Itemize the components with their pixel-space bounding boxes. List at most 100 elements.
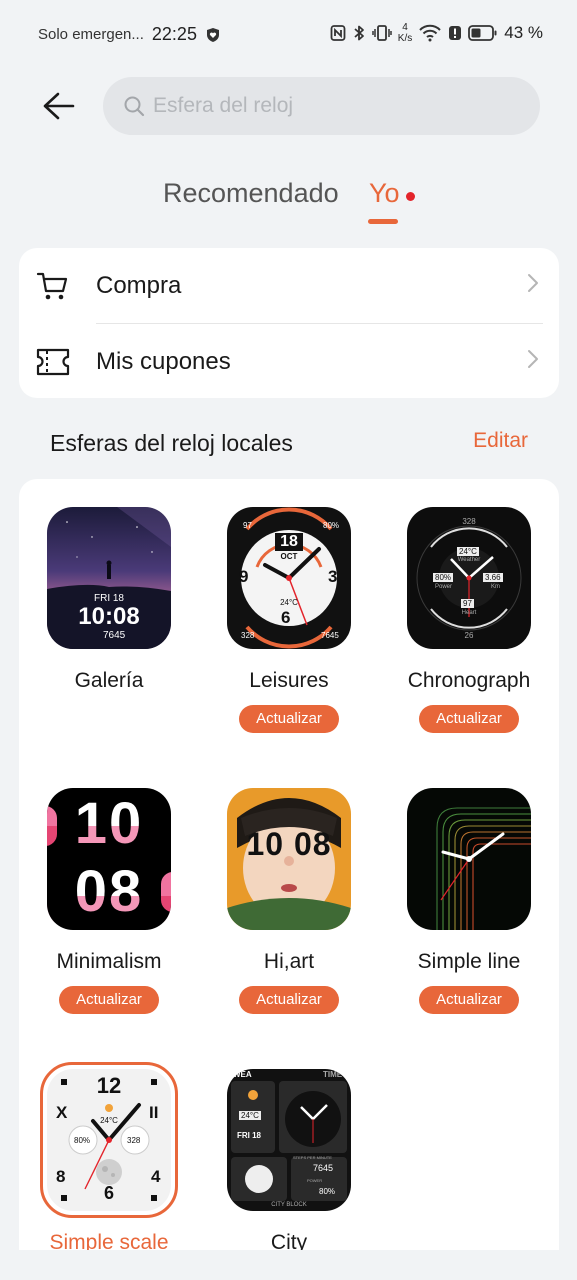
section-header: Esferas del reloj locales Editar — [0, 424, 577, 464]
thumb-temp: 24°C — [100, 1116, 118, 1125]
thumb-heart: 97 — [461, 599, 474, 608]
watch-face-name: Minimalism — [56, 950, 162, 973]
thumb-hour: 10 — [246, 826, 285, 862]
thumb-power-label: Power — [435, 584, 453, 590]
battery-icon — [468, 24, 498, 42]
thumb-value: 97 — [243, 521, 252, 530]
update-button[interactable]: Actualizar — [419, 705, 519, 733]
watch-face-chronograph[interactable]: 24°C Weather 80% Power 3.66 Km 97 Heart … — [379, 479, 559, 759]
thumb-value: 328 — [241, 631, 255, 640]
status-bar: Solo emergen... 22:25 4 K/s 43 % — [0, 0, 577, 70]
network-speed-unit: K/s — [397, 33, 413, 44]
watch-face-minimalism[interactable]: 10 08 Minimalism Actualizar — [19, 760, 199, 1040]
watch-face-thumbnail: 10 08 — [227, 788, 351, 930]
watch-face-city[interactable]: WEA TIME 24°C FRI 18 STEPS PER MINUTE 76… — [199, 1041, 379, 1250]
thumb-numeral: 6 — [281, 608, 291, 627]
watch-face-name: Simple line — [417, 950, 521, 973]
tab-bar: Recomendado Yo — [0, 172, 577, 232]
thumb-temp: 24°C — [457, 547, 479, 556]
thumb-time: 10:08 — [78, 603, 140, 630]
thumb-value: 328 — [127, 1136, 141, 1145]
thumb-power: 80% — [319, 1187, 336, 1196]
watch-face-thumbnail — [407, 788, 531, 930]
watch-face-name: Hi,art — [263, 950, 315, 973]
search-row — [0, 76, 577, 136]
network-speed: 4 K/s — [398, 22, 412, 44]
menu-card: Compra Mis cupones — [19, 248, 559, 398]
thumb-numeral: 4 — [151, 1167, 161, 1186]
search-input[interactable] — [153, 94, 513, 118]
watch-face-name: City — [270, 1231, 308, 1250]
update-button[interactable]: Actualizar — [239, 705, 339, 733]
watch-face-thumbnail: WEA TIME 24°C FRI 18 STEPS PER MINUTE 76… — [227, 1069, 351, 1211]
search-icon — [124, 96, 145, 117]
bluetooth-icon — [352, 24, 366, 42]
thumb-month: OCT — [280, 552, 298, 561]
chevron-right-icon — [527, 349, 539, 374]
watch-face-leisures[interactable]: 18 OCT 9 3 6 24°C 80% 97 328 7645 Leisur… — [199, 479, 379, 759]
thumb-percent: 80% — [74, 1136, 91, 1145]
thumb-date: FRI 18 — [237, 1131, 262, 1140]
watch-face-thumbnail: FRI 18 10:08 7645 — [47, 507, 171, 649]
menu-item-mis-cupones[interactable]: Mis cupones — [19, 324, 559, 399]
watch-face-name: Chronograph — [407, 669, 531, 692]
update-button[interactable]: Actualizar — [239, 986, 339, 1014]
active-tab-indicator — [368, 219, 398, 224]
thumb-km-label: Km — [491, 584, 500, 590]
thumb-numeral: 3 — [328, 567, 338, 586]
menu-item-compra[interactable]: Compra — [19, 248, 559, 323]
thumb-weather-label: Weather — [457, 557, 481, 563]
thumb-city: CITY BLOCK — [271, 1202, 307, 1208]
watch-face-thumbnail: 10 08 — [47, 788, 171, 930]
nfc-icon — [330, 24, 346, 42]
alert-icon — [448, 24, 462, 42]
thumb-steps: 7645 — [321, 631, 339, 640]
thumb-value: 328 — [462, 517, 476, 526]
chevron-right-icon — [527, 273, 539, 298]
thumb-temp: 24°C — [239, 1111, 261, 1120]
update-button[interactable]: Actualizar — [419, 986, 519, 1014]
vibrate-icon — [372, 24, 392, 42]
status-carrier: Solo emergen... — [38, 26, 144, 43]
thumb-wea: WEA — [233, 1070, 252, 1079]
watch-faces-grid: FRI 18 10:08 7645 Galería 18 OCT 9 3 6 2… — [19, 479, 559, 1250]
watch-face-simple-scale[interactable]: 12 6 X II 8 4 24°C 80% 328 Simple scale — [19, 1041, 199, 1250]
thumb-percent: 80% — [323, 521, 340, 530]
update-button[interactable]: Actualizar — [59, 986, 159, 1014]
watch-face-thumbnail: 12 6 X II 8 4 24°C 80% 328 — [47, 1069, 171, 1211]
tab-recomendado[interactable]: Recomendado — [163, 178, 339, 209]
network-speed-value: 4 — [402, 22, 408, 33]
notification-dot — [406, 192, 415, 201]
watch-face-thumbnail: 24°C Weather 80% Power 3.66 Km 97 Heart … — [407, 507, 531, 649]
watch-face-hi-art[interactable]: 10 08 Hi,art Actualizar — [199, 760, 379, 1040]
thumb-time: 10 08 — [227, 826, 351, 863]
thumb-band — [47, 896, 171, 922]
watch-face-simple-line[interactable]: Simple line Actualizar — [379, 760, 559, 1040]
thumb-minute: 08 — [293, 826, 332, 862]
tab-yo[interactable]: Yo — [369, 178, 400, 209]
thumb-time-label: TIME — [323, 1070, 343, 1079]
watch-face-name: Leisures — [249, 669, 329, 692]
back-arrow-icon — [43, 92, 75, 120]
watch-face-thumbnail: 18 OCT 9 3 6 24°C 80% 97 328 7645 — [227, 507, 351, 649]
thumb-km: 3.66 — [483, 573, 503, 582]
thumb-numeral: 8 — [56, 1167, 66, 1186]
wifi-icon — [418, 24, 442, 42]
back-button[interactable] — [36, 84, 80, 128]
watch-face-name: Galería — [74, 669, 144, 692]
watch-face-galeria[interactable]: FRI 18 10:08 7645 Galería — [19, 479, 199, 759]
thumb-temp: 24°C — [280, 598, 298, 607]
thumb-heart-label: Heart — [461, 610, 477, 616]
heart-shield-icon — [205, 27, 221, 43]
thumb-numeral: 12 — [96, 1073, 122, 1098]
search-bar[interactable] — [103, 77, 540, 135]
thumb-numeral: 9 — [239, 567, 249, 586]
thumb-band — [47, 826, 171, 850]
menu-item-label: Compra — [96, 271, 182, 299]
thumb-steps-label: STEPS PER MINUTE — [293, 1155, 332, 1160]
thumb-power: 80% — [433, 573, 454, 582]
thumb-date: 18 — [275, 533, 303, 551]
section-title: Esferas del reloj locales — [50, 430, 293, 456]
edit-button[interactable]: Editar — [473, 429, 528, 453]
watch-face-name: Simple scale — [49, 1231, 169, 1250]
